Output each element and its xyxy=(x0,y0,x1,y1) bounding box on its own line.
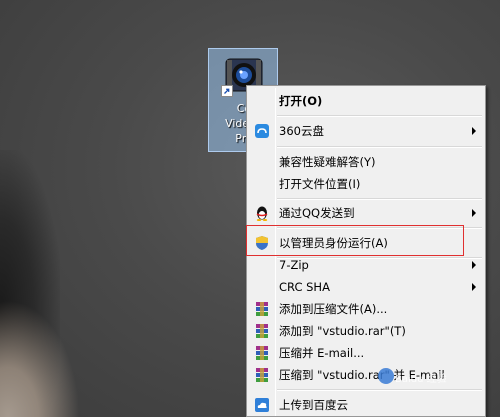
qq-penguin-icon xyxy=(256,206,268,221)
submenu-arrow-icon xyxy=(472,127,476,135)
shortcut-arrow-icon xyxy=(221,85,233,97)
menu-item-add-to-vstudio-rar[interactable]: 添加到 "vstudio.rar"(T) xyxy=(250,320,482,342)
winrar-icon xyxy=(256,346,268,360)
winrar-icon xyxy=(256,302,268,316)
submenu-arrow-icon xyxy=(472,283,476,291)
menu-item-compatibility[interactable]: 兼容性疑难解答(Y) xyxy=(250,151,482,173)
menu-item-compress-email[interactable]: 压缩并 E-mail... xyxy=(250,342,482,364)
360-cloud-icon xyxy=(255,124,269,138)
menu-item-7zip[interactable]: 7-Zip xyxy=(250,254,482,276)
menu-item-open-file-location[interactable]: 打开文件位置(I) xyxy=(250,173,482,195)
submenu-arrow-icon xyxy=(472,209,476,217)
baidu-cloud-icon xyxy=(255,398,269,412)
winrar-icon xyxy=(256,324,268,338)
baidu-paw-icon xyxy=(378,368,394,384)
menu-item-add-to-archive[interactable]: 添加到压缩文件(A)... xyxy=(250,298,482,320)
menu-item-send-via-qq[interactable]: 通过QQ发送到 xyxy=(250,202,482,224)
menu-item-compress-vstudio-email[interactable]: 压缩到 "vstudio.rar" 并 E-mail xyxy=(250,364,482,386)
menu-separator xyxy=(277,115,482,117)
menu-item-crc-sha[interactable]: CRC SHA xyxy=(250,276,482,298)
menu-separator xyxy=(277,146,482,148)
menu-separator xyxy=(277,389,482,391)
menu-item-upload-baidu-cloud[interactable]: 上传到百度云 xyxy=(250,394,482,416)
menu-item-360-cloud[interactable]: 360云盘 xyxy=(250,120,482,142)
submenu-arrow-icon xyxy=(472,261,476,269)
menu-item-open[interactable]: 打开(O) xyxy=(250,90,482,112)
watermark: Baidu 经验 xyxy=(395,374,447,385)
winrar-icon xyxy=(256,368,268,382)
background-person-hand xyxy=(0,300,80,417)
annotation-highlight-box xyxy=(246,225,464,256)
menu-separator xyxy=(277,198,482,200)
